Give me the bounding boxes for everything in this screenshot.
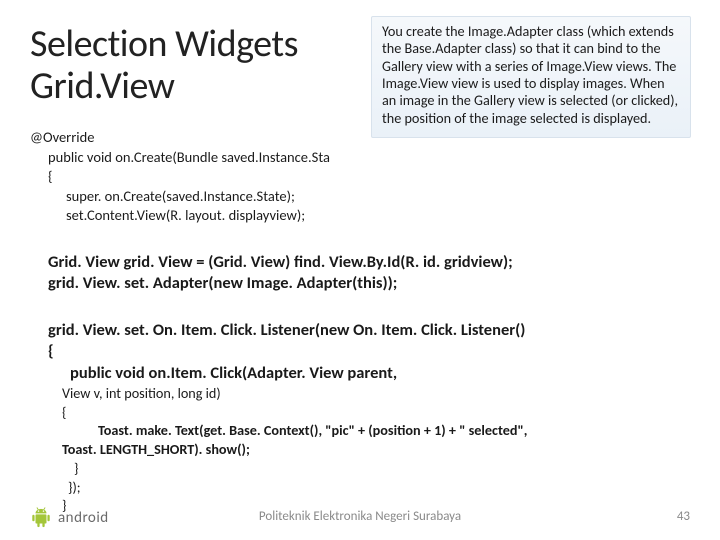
- code-line: super. on.Create(saved.Instance.State);: [30, 187, 330, 207]
- footer-institution: Politeknik Elektronika Negeri Surabaya: [259, 509, 461, 524]
- footer: android Politeknik Elektronika Negeri Su…: [0, 498, 720, 534]
- code-line: {: [30, 167, 330, 187]
- code-line: }: [62, 459, 527, 478]
- code-line: {: [48, 341, 525, 362]
- code-line: Grid. View grid. View = (Grid. View) fin…: [48, 252, 513, 273]
- code-line: public void on.Item. Click(Adapter. View…: [48, 363, 525, 384]
- code-line: View v, int position, long id): [62, 384, 527, 403]
- code-line: set.Content.View(R. layout. displayview)…: [30, 206, 330, 226]
- code-line: Toast. make. Text(get. Base. Context(), …: [62, 421, 527, 440]
- slide: Selection Widgets Grid.View You create t…: [0, 0, 720, 540]
- callout-text: You create the Image.Adapter class (whic…: [382, 22, 678, 127]
- callout-box: You create the Image.Adapter class (whic…: [371, 16, 691, 138]
- code-line: grid. View. set. Adapter(new Image. Adap…: [48, 273, 513, 294]
- code-line: grid. View. set. On. Item. Click. Listen…: [48, 320, 525, 341]
- code-block-toast: View v, int position, long id) { Toast. …: [62, 384, 527, 515]
- code-block-listener: grid. View. set. On. Item. Click. Listen…: [48, 320, 525, 384]
- code-block-override: @Override public void on.Create(Bundle s…: [30, 128, 330, 226]
- code-line: {: [62, 403, 527, 422]
- android-logo: android: [30, 506, 109, 530]
- code-line: @Override: [30, 128, 330, 148]
- page-number: 43: [677, 509, 690, 524]
- android-icon: [30, 506, 52, 530]
- logo-text: android: [58, 509, 109, 527]
- code-line: public void on.Create(Bundle saved.Insta…: [30, 148, 330, 168]
- code-line: });: [62, 478, 527, 497]
- code-line: Toast. LENGTH_SHORT). show();: [62, 440, 527, 459]
- code-block-gridview-setup: Grid. View grid. View = (Grid. View) fin…: [48, 252, 513, 295]
